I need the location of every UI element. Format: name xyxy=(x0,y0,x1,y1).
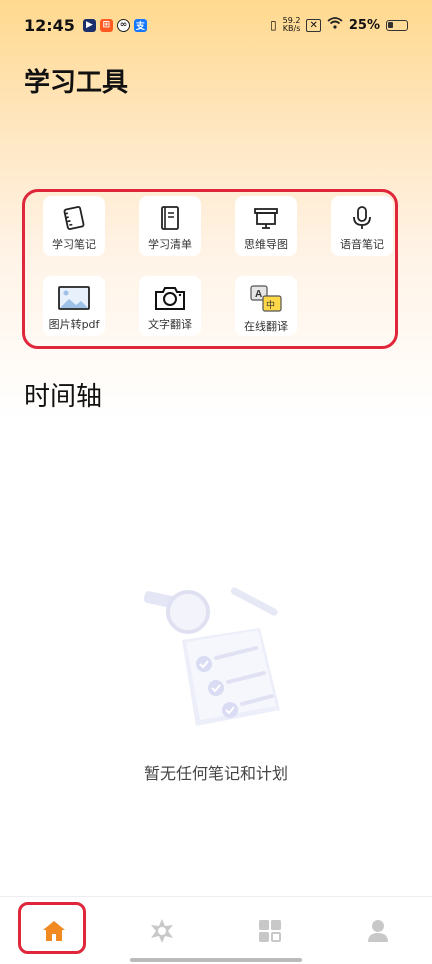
empty-state-text: 暂无任何笔记和计划 xyxy=(143,764,288,783)
status-bar: 12:45 ▶ ⊞ ∞ 支 ▯ 59.2 KB/s ✕ 25% xyxy=(0,0,432,50)
tab-discover[interactable] xyxy=(108,897,216,964)
tool-label: 语音笔记 xyxy=(340,238,384,251)
timeline-title: 时间轴 xyxy=(24,382,103,412)
vibrate-icon: ▯ xyxy=(270,18,277,32)
wifi-icon xyxy=(327,17,343,33)
tool-label: 学习笔记 xyxy=(52,238,96,251)
tool-study-checklist[interactable]: 学习清单 xyxy=(139,196,201,256)
tab-profile[interactable] xyxy=(324,897,432,964)
no-sim-icon: ✕ xyxy=(306,18,321,32)
tool-study-notes[interactable]: 学习笔记 xyxy=(43,196,105,256)
tools-panel: 学习笔记 学习清单 思维导图 语音笔记 图片转pdf 文字翻译 A 中 在线翻译 xyxy=(22,189,398,349)
notebook-icon xyxy=(63,206,85,230)
shop-app-icon: ⊞ xyxy=(99,18,113,32)
home-indicator[interactable] xyxy=(130,958,302,962)
tool-mind-map[interactable]: 思维导图 xyxy=(235,196,297,256)
status-indicators: ▯ 59.2 KB/s ✕ 25% xyxy=(270,17,408,33)
tool-label: 图片转pdf xyxy=(48,318,100,331)
microphone-icon xyxy=(353,206,371,229)
translate-icon: A 中 xyxy=(250,285,282,312)
tab-apps[interactable] xyxy=(216,897,324,964)
battery-percent: 25% xyxy=(348,17,380,33)
svg-text:A: A xyxy=(255,289,262,300)
svg-text:中: 中 xyxy=(266,299,275,311)
tool-online-translate[interactable]: A 中 在线翻译 xyxy=(235,276,297,336)
battery-icon xyxy=(386,19,408,31)
active-tab-highlight xyxy=(18,902,86,954)
tool-text-translate[interactable]: 文字翻译 xyxy=(139,276,201,336)
page-title: 学习工具 xyxy=(24,68,129,98)
alipay-app-icon: 支 xyxy=(133,18,147,32)
image-icon xyxy=(58,286,90,310)
tool-voice-notes[interactable]: 语音笔记 xyxy=(331,196,393,256)
camera-icon xyxy=(155,287,185,310)
profile-icon xyxy=(368,919,388,942)
tool-label: 思维导图 xyxy=(244,238,288,251)
tool-label: 学习清单 xyxy=(148,238,192,251)
tool-label: 在线翻译 xyxy=(244,320,288,333)
tool-image-to-pdf[interactable]: 图片转pdf xyxy=(43,276,105,336)
checklist-book-icon xyxy=(161,206,179,230)
network-speed: 59.2 KB/s xyxy=(282,16,301,33)
tool-label: 文字翻译 xyxy=(148,318,192,331)
player-app-icon: ▶ xyxy=(82,18,96,32)
grid-apps-icon xyxy=(259,919,281,942)
discover-icon xyxy=(151,918,173,943)
presentation-board-icon xyxy=(254,208,278,229)
status-time: 12:45 xyxy=(24,15,75,35)
link-app-icon: ∞ xyxy=(116,18,130,32)
empty-notes-illustration xyxy=(143,587,280,726)
notification-icons: ▶ ⊞ ∞ 支 xyxy=(82,18,147,32)
